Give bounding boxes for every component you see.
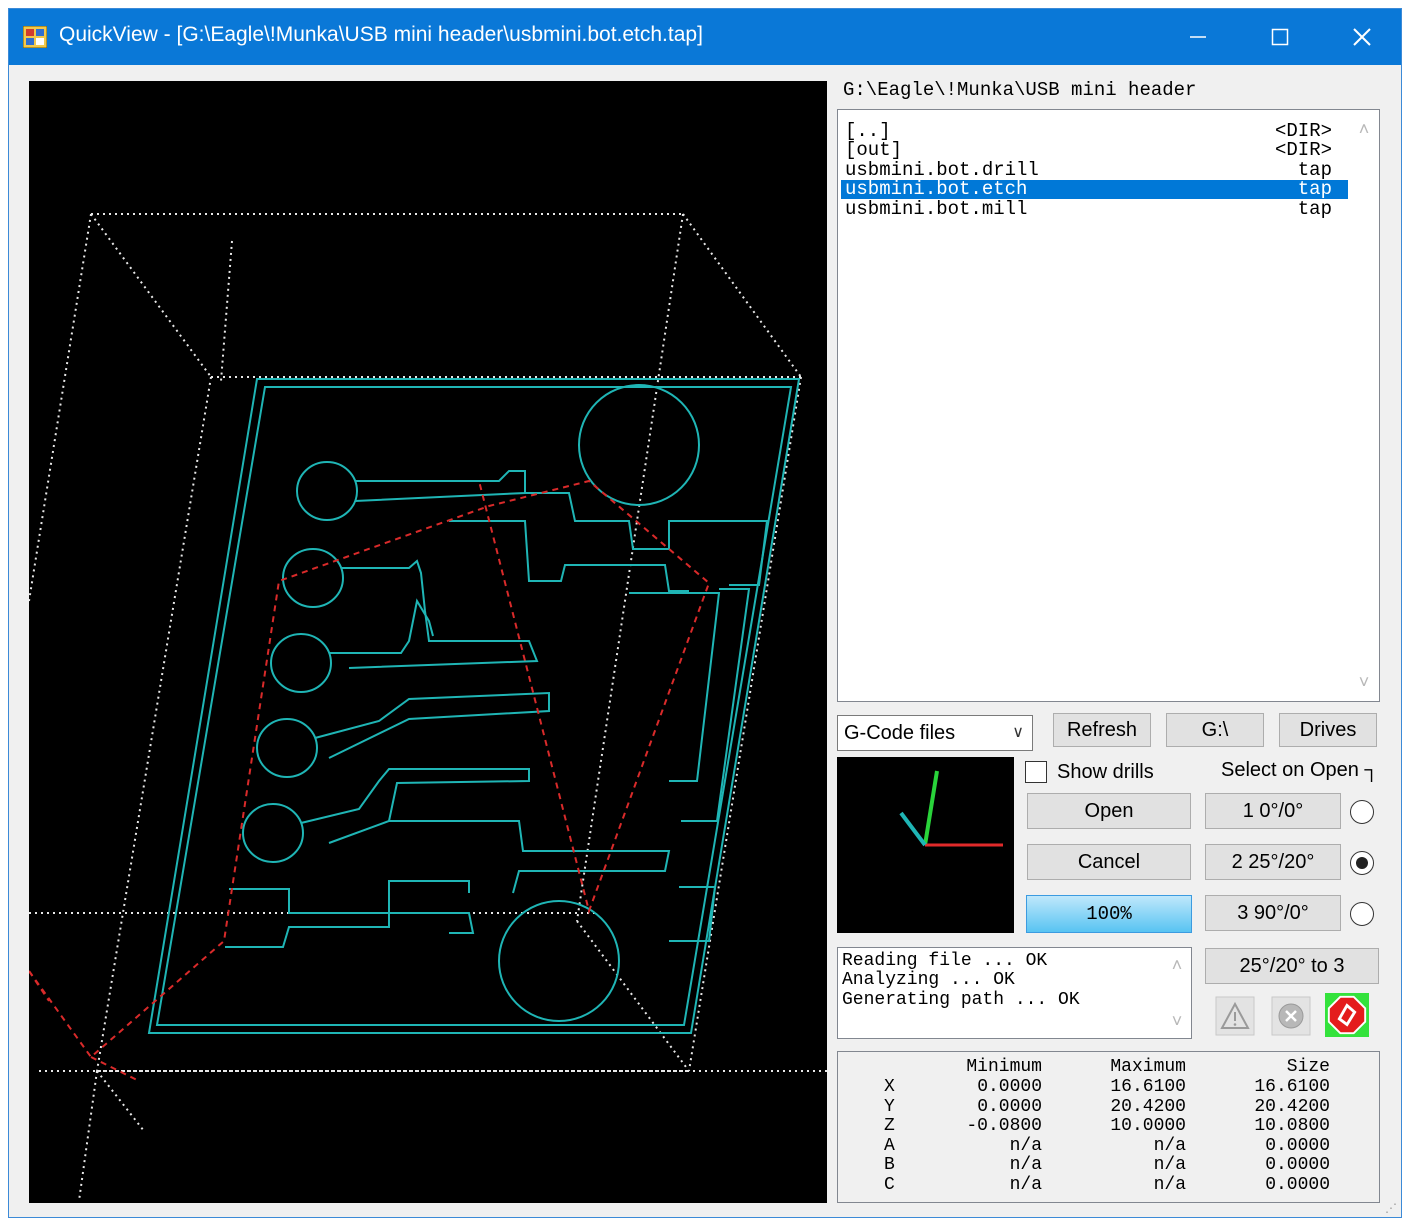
list-item-selected[interactable]: usbmini.bot.etch tap — [841, 180, 1348, 199]
cell-min: 0.0000 — [977, 1077, 1042, 1097]
log-scrollbar[interactable]: ˄ ˅ — [1163, 948, 1191, 1038]
axis-label: Z — [884, 1116, 895, 1137]
cell-max: n/a — [1153, 1155, 1186, 1176]
cell-max: n/a — [1153, 1175, 1186, 1195]
window-title: QuickView - [G:\Eagle\!Munka\USB mini he… — [59, 23, 703, 46]
drive-button[interactable]: G:\ — [1166, 713, 1264, 747]
warning-button[interactable] — [1213, 994, 1257, 1038]
view-2-button[interactable]: 2 25°/20° — [1205, 844, 1341, 880]
file-name: usbmini.bot.etch — [845, 178, 1028, 200]
cell-size: 16.6100 — [1254, 1077, 1330, 1097]
cell-max: 16.6100 — [1110, 1077, 1186, 1097]
list-item[interactable]: [out] <DIR> — [841, 141, 1348, 160]
stop-icon — [1271, 996, 1311, 1036]
toolpath-canvas — [29, 213, 827, 1202]
refresh-button[interactable]: Refresh — [1053, 713, 1151, 747]
file-filter-select[interactable]: G-Code files ∨ — [837, 715, 1033, 751]
bounding-box — [29, 213, 827, 1202]
resize-grip-icon[interactable]: ⋰ — [1385, 1201, 1397, 1215]
cell-size: 10.0800 — [1254, 1116, 1330, 1137]
minimize-button[interactable] — [1159, 9, 1237, 65]
axis-label: Y — [884, 1096, 895, 1117]
view-3-radio[interactable] — [1350, 902, 1374, 926]
log-line: Generating path ... OK — [842, 990, 1080, 1010]
log-output[interactable]: Reading file ... OK Analyzing ... OK Gen… — [837, 947, 1192, 1039]
rapid-moves — [29, 479, 711, 1082]
cell-min: n/a — [1009, 1135, 1042, 1156]
maximize-icon — [1271, 28, 1289, 46]
cell-min: n/a — [1009, 1155, 1042, 1176]
open-button[interactable]: Open — [1027, 793, 1191, 829]
axis-label: B — [884, 1155, 895, 1176]
view-1-button[interactable]: 1 0°/0° — [1205, 793, 1341, 829]
file-type: tap — [1297, 178, 1332, 200]
file-name: usbmini.bot.mill — [845, 198, 1028, 220]
minimize-icon — [1190, 36, 1206, 38]
list-item[interactable]: [..] <DIR> — [841, 122, 1348, 141]
close-button[interactable] — [1323, 9, 1401, 65]
select-on-open-label: Select on Open ┐ — [1221, 759, 1379, 781]
drives-button[interactable]: Drives — [1279, 713, 1377, 747]
board-outline — [147, 378, 801, 1034]
app-icon — [23, 26, 47, 48]
cell-max: n/a — [1153, 1135, 1186, 1156]
file-type: tap — [1297, 198, 1332, 220]
scroll-down-icon[interactable]: ˅ — [1163, 1006, 1191, 1036]
extents-table: Minimum Maximum Size X 0.0000 16.6100 16… — [837, 1051, 1380, 1203]
axis-label: X — [884, 1077, 895, 1097]
file-list[interactable]: [..] <DIR> [out] <DIR> usbmini.bot.drill… — [837, 109, 1380, 702]
cell-min: n/a — [1009, 1175, 1042, 1195]
view-2-radio[interactable] — [1350, 851, 1374, 875]
checkbox-box[interactable] — [1025, 761, 1047, 783]
cell-min: 0.0000 — [977, 1096, 1042, 1117]
list-item[interactable]: usbmini.bot.mill tap — [841, 200, 1348, 219]
scroll-up-icon[interactable]: ˄ — [1349, 114, 1379, 144]
view-1-radio[interactable] — [1350, 800, 1374, 824]
pcb-traces — [225, 384, 769, 1022]
close-icon — [1353, 28, 1371, 46]
list-scrollbar[interactable]: ˄ ˅ — [1349, 110, 1379, 701]
show-drills-checkbox[interactable]: Show drills — [1025, 759, 1154, 785]
scroll-up-icon[interactable]: ˄ — [1163, 950, 1191, 980]
cell-size: 0.0000 — [1265, 1155, 1330, 1176]
file-filter-value: G-Code files — [844, 722, 956, 744]
progress-bar: 100% — [1026, 895, 1192, 933]
run-icon — [1325, 993, 1369, 1037]
file-type: <DIR> — [1274, 139, 1332, 161]
column-header: Minimum — [966, 1057, 1042, 1077]
axis-label: A — [884, 1135, 895, 1156]
title-bar[interactable]: QuickView - [G:\Eagle\!Munka\USB mini he… — [9, 9, 1401, 65]
cell-size: 0.0000 — [1265, 1175, 1330, 1195]
warning-icon — [1215, 996, 1255, 1036]
maximize-button[interactable] — [1241, 9, 1319, 65]
axis-label: C — [884, 1175, 895, 1195]
view-3-button[interactable]: 3 90°/0° — [1205, 895, 1341, 931]
log-line: Analyzing ... OK — [842, 970, 1015, 990]
axis-gizmo-icon — [899, 770, 1003, 847]
main-window: QuickView - [G:\Eagle\!Munka\USB mini he… — [8, 8, 1402, 1218]
show-drills-label: Show drills — [1057, 760, 1154, 783]
chevron-down-icon: ∨ — [1012, 724, 1024, 741]
cell-size: 20.4200 — [1254, 1096, 1330, 1117]
cell-min: -0.0800 — [966, 1116, 1042, 1137]
file-name: [out] — [845, 139, 903, 161]
log-line: Reading file ... OK — [842, 951, 1048, 971]
cell-size: 0.0000 — [1265, 1135, 1330, 1156]
run-button[interactable] — [1325, 993, 1369, 1037]
cell-max: 20.4200 — [1110, 1096, 1186, 1117]
toolpath-viewport[interactable] — [29, 81, 827, 1203]
stop-button[interactable] — [1269, 994, 1313, 1038]
cell-max: 10.0000 — [1110, 1116, 1186, 1137]
current-path-label: G:\Eagle\!Munka\USB mini header — [843, 79, 1197, 101]
column-header: Maximum — [1110, 1057, 1186, 1077]
cancel-button[interactable]: Cancel — [1027, 844, 1191, 880]
column-header: Size — [1286, 1057, 1330, 1077]
scroll-down-icon[interactable]: ˅ — [1349, 667, 1379, 697]
copy-view-button[interactable]: 25°/20° to 3 — [1205, 948, 1379, 984]
axis-orientation-preview — [837, 757, 1014, 933]
